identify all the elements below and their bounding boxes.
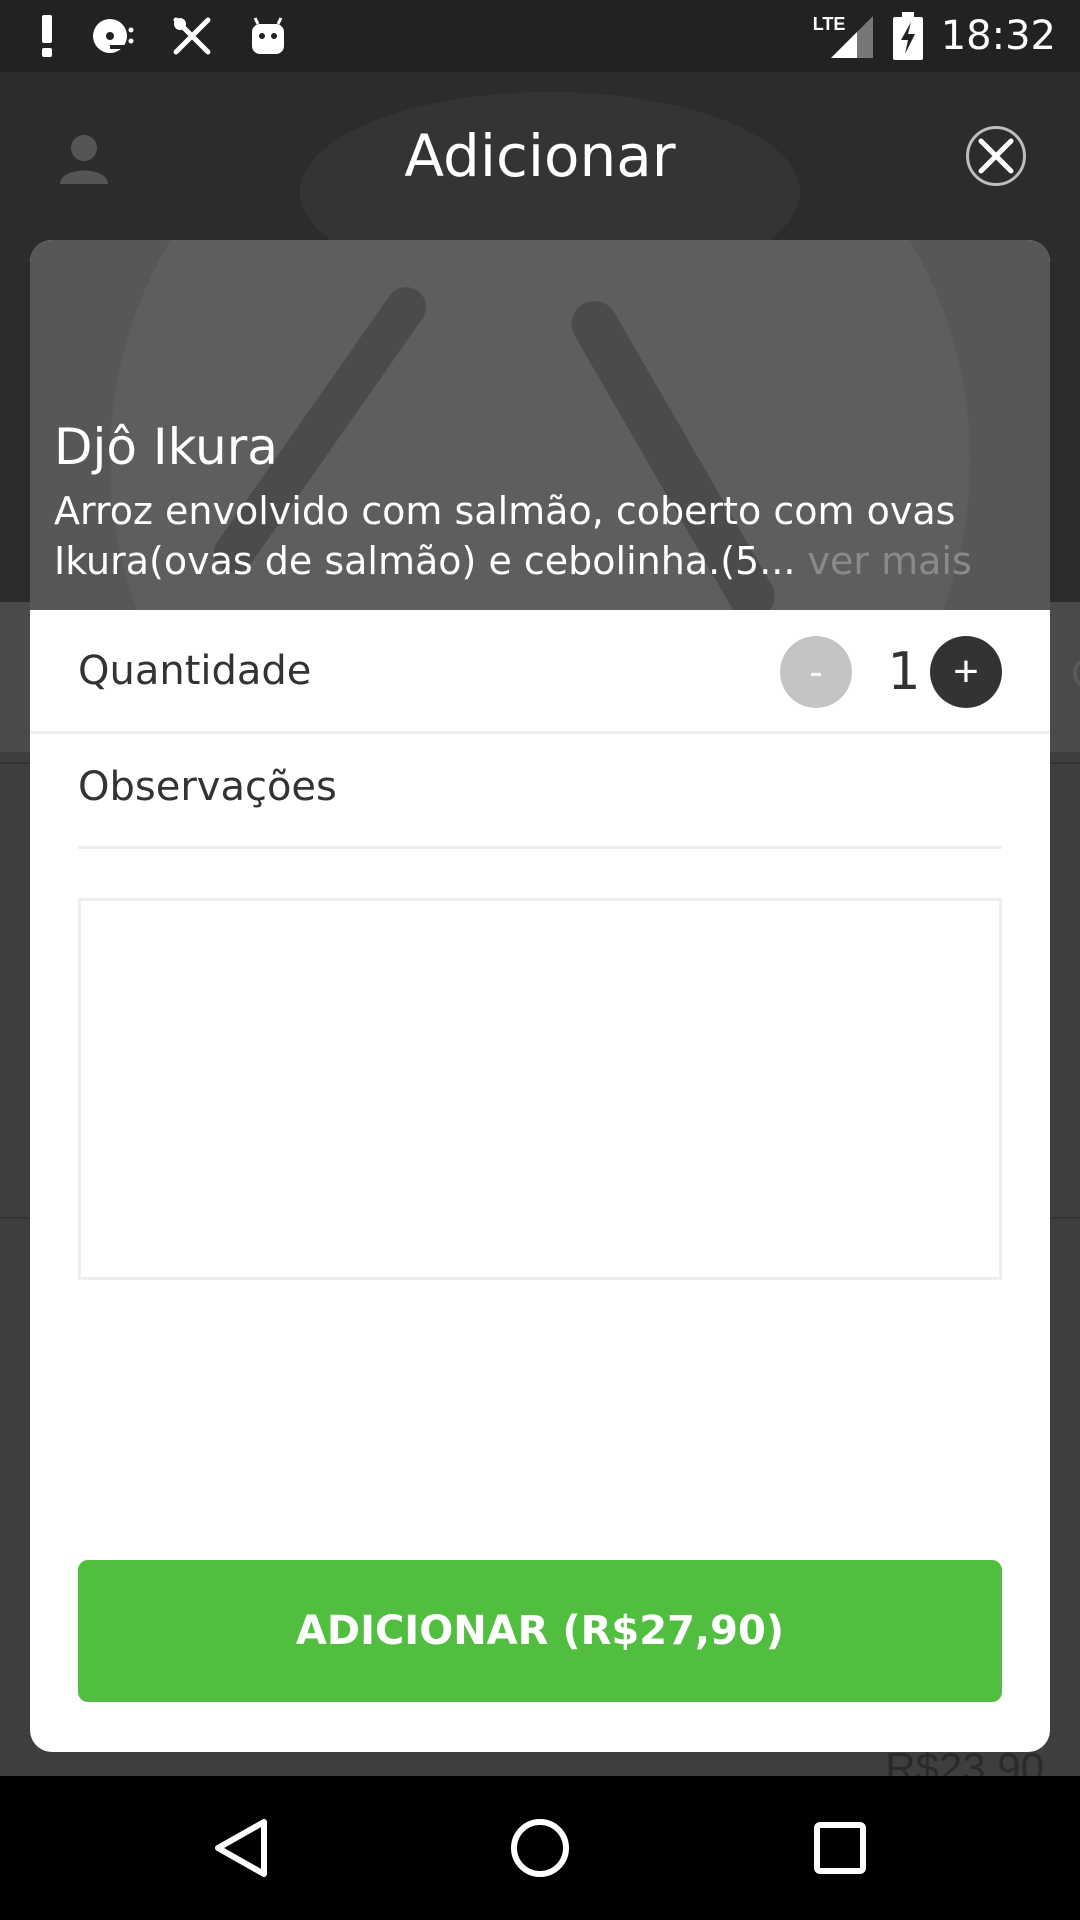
add-to-cart-button[interactable]: ADICIONAR (R$27,90) — [78, 1560, 1002, 1702]
quantity-increase-button[interactable]: + — [930, 636, 1002, 708]
record-icon — [93, 19, 134, 53]
quantity-decrease-button[interactable]: - — [780, 636, 852, 708]
alert-icon — [42, 15, 52, 57]
item-hero-image: Djô Ikura Arroz envolvido com salmão, co… — [30, 240, 1050, 610]
notes-textarea[interactable] — [78, 898, 1002, 1280]
signal-icon: LTE — [813, 12, 875, 60]
item-name: Djô Ikura — [54, 418, 278, 476]
recents-icon — [814, 1822, 866, 1874]
home-icon — [511, 1819, 569, 1877]
quantity-row: Quantidade - 1 + — [30, 610, 1050, 734]
back-button[interactable] — [198, 1806, 282, 1890]
quantity-value: 1 — [887, 642, 921, 702]
notes-label: Observações — [78, 764, 337, 810]
android-icon — [252, 17, 284, 54]
background-partial-text: C — [1071, 652, 1080, 697]
status-time: 18:32 — [940, 13, 1056, 59]
back-icon — [215, 1819, 267, 1877]
close-button[interactable] — [966, 126, 1026, 186]
dialog-title: Adicionar — [404, 122, 676, 190]
navigation-bar — [0, 1776, 1080, 1920]
home-button[interactable] — [498, 1806, 582, 1890]
battery-charging-icon — [892, 12, 923, 60]
recents-button[interactable] — [798, 1806, 882, 1890]
notes-divider — [78, 846, 1002, 849]
item-description: Arroz envolvido com salmão, coberto com … — [54, 486, 1014, 586]
see-more-link[interactable]: ver mais — [795, 539, 972, 583]
status-bar: LTE 18:32 — [0, 0, 1080, 72]
close-icon — [978, 138, 1014, 174]
quantity-label: Quantidade — [78, 648, 312, 694]
add-item-card: Djô Ikura Arroz envolvido com salmão, co… — [30, 240, 1050, 1752]
utensils-icon — [173, 17, 211, 55]
